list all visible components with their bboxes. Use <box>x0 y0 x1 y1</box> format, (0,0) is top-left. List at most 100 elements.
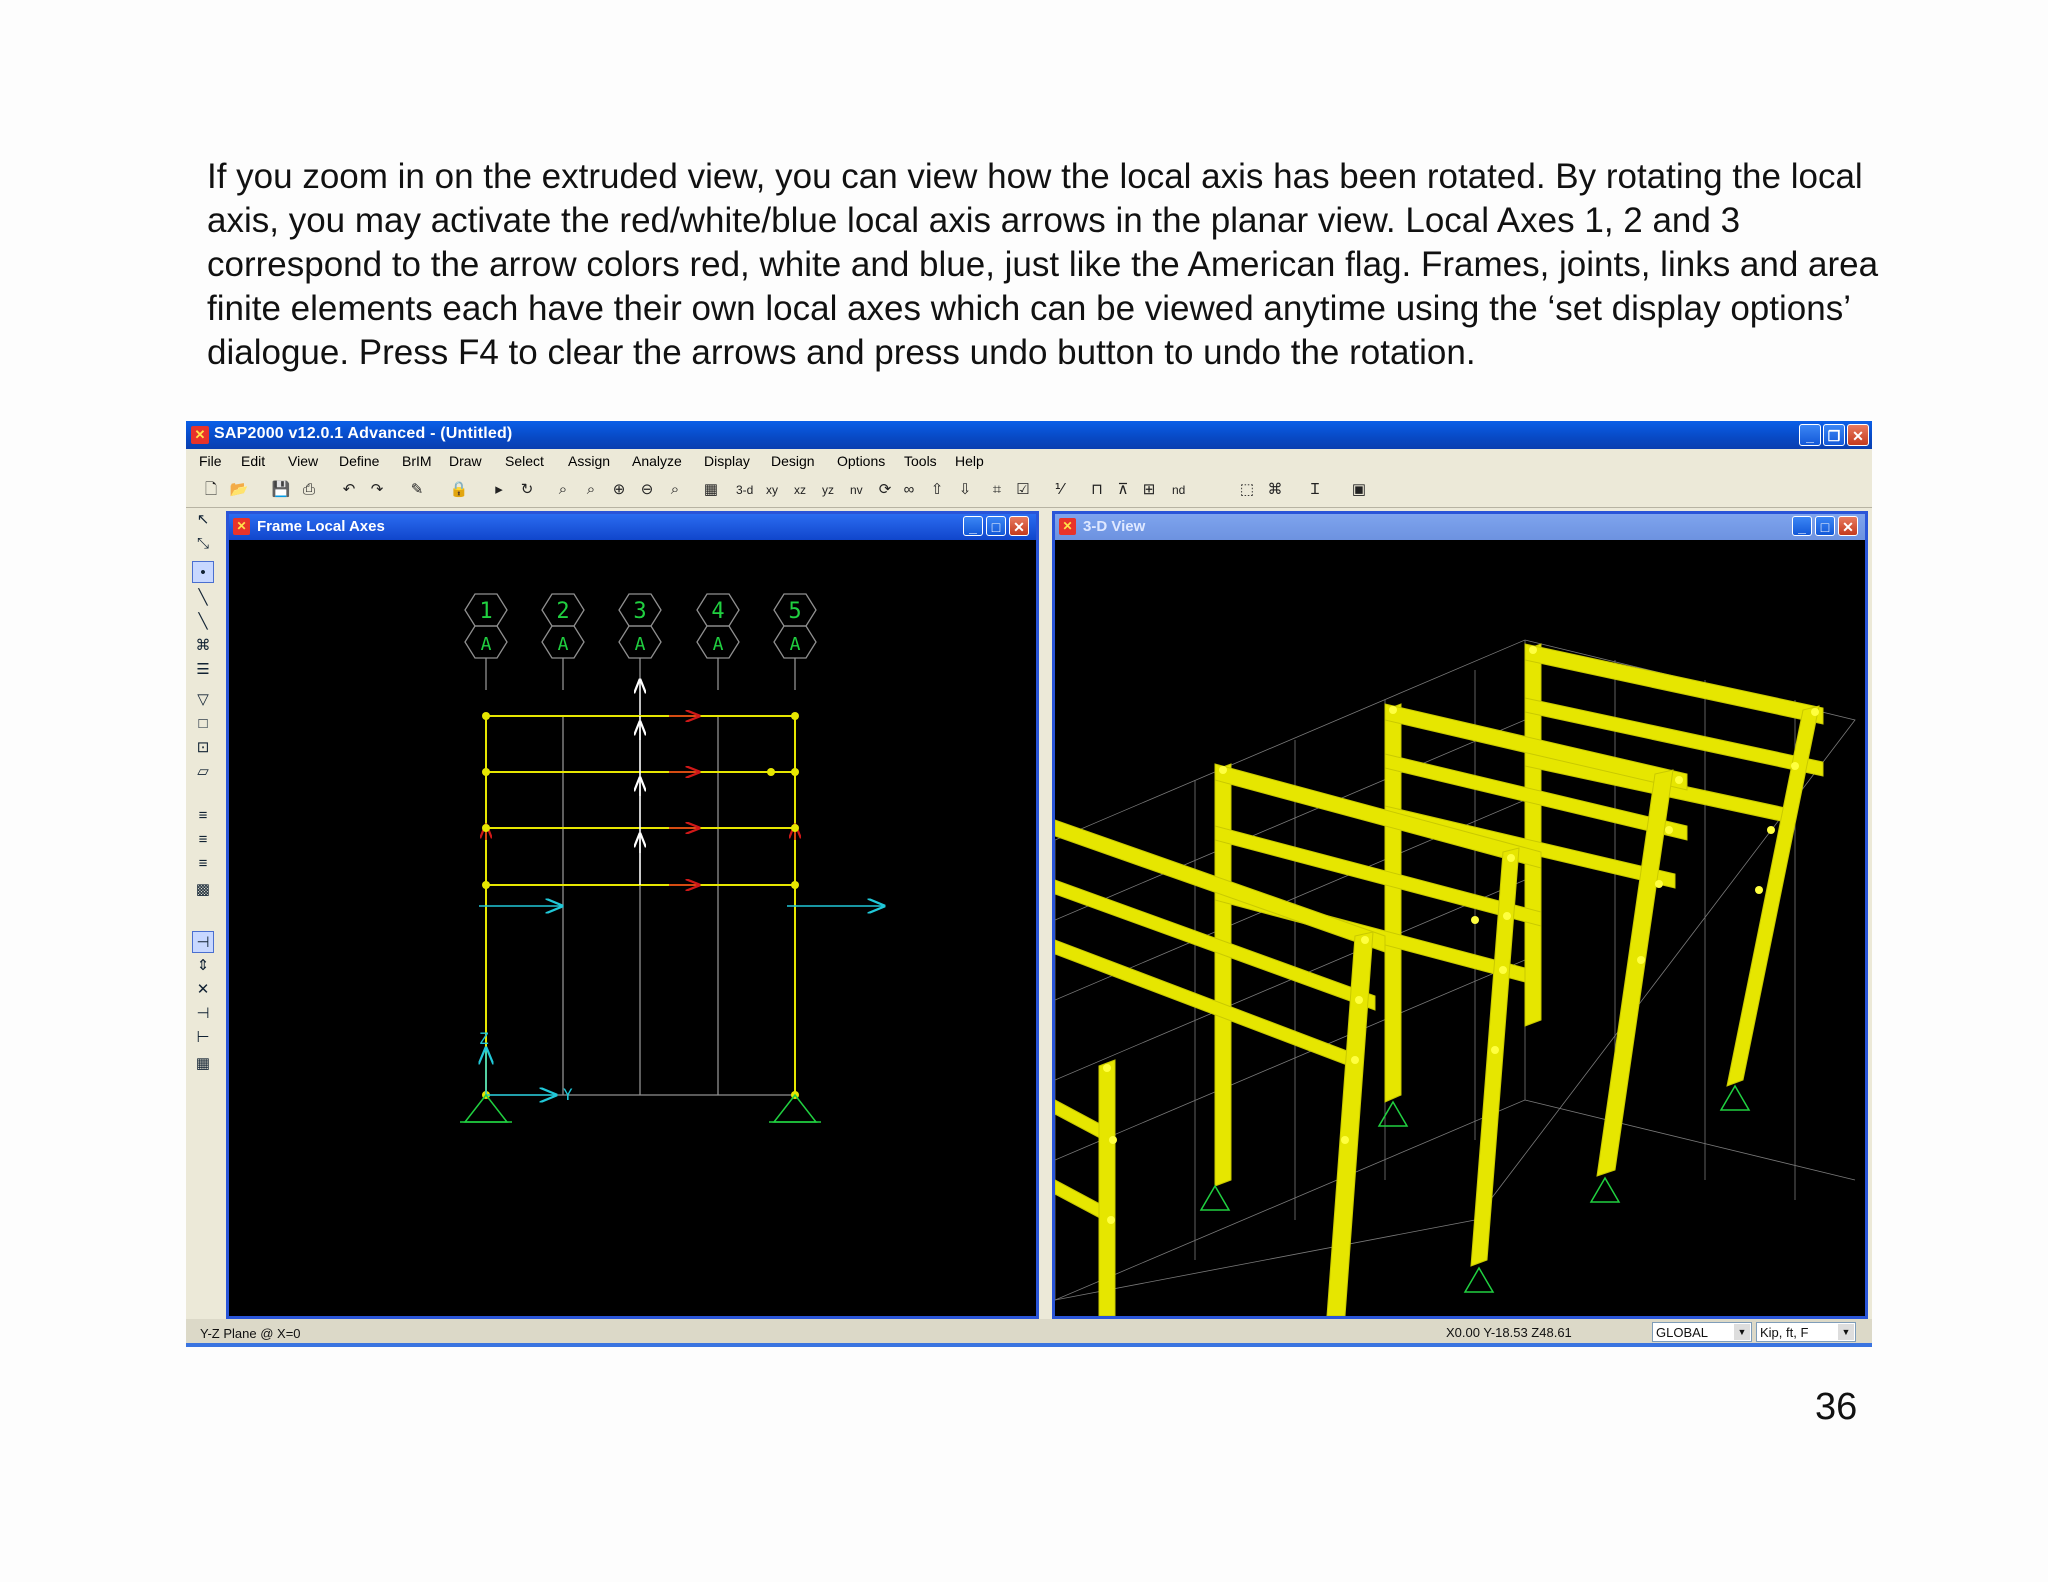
menu-analyze[interactable]: Analyze <box>632 453 682 469</box>
pointer-icon[interactable]: ↖ <box>192 509 214 531</box>
coord-system-value: GLOBAL <box>1656 1325 1709 1340</box>
draw-poly-area-icon[interactable]: ▽ <box>192 689 214 711</box>
menu-draw[interactable]: Draw <box>449 453 482 469</box>
menu-assign[interactable]: Assign <box>568 453 610 469</box>
frame-grid-icon[interactable]: ⊞ <box>1138 479 1160 501</box>
zoom-out-icon[interactable]: ⊖ <box>636 479 658 501</box>
menu-define[interactable]: Define <box>339 453 379 469</box>
select-all-side-icon[interactable]: ≡ <box>192 805 214 827</box>
display-window-icon[interactable]: ▣ <box>1348 479 1370 501</box>
menu-options[interactable]: Options <box>837 453 885 469</box>
menu-display[interactable]: Display <box>704 453 750 469</box>
view-nv-button[interactable]: nv <box>850 479 863 501</box>
select-box-icon[interactable]: ⬚ <box>1236 479 1258 501</box>
minimize-icon[interactable]: _ <box>1792 516 1812 536</box>
undo-icon[interactable]: ↶ <box>338 479 360 501</box>
menu-bar: File Edit View Define BrIM Draw Select A… <box>186 449 1872 473</box>
coord-system-select[interactable]: GLOBAL ▼ <box>1652 1322 1752 1342</box>
object-shrink-icon[interactable]: ⌗ <box>986 479 1008 501</box>
display-check-icon[interactable]: ☑ <box>1012 479 1034 501</box>
3d-view-canvas[interactable] <box>1055 540 1865 1316</box>
pan-icon[interactable]: ▦ <box>700 479 722 501</box>
menu-view[interactable]: View <box>288 453 318 469</box>
run-icon[interactable]: ▸ <box>488 479 510 501</box>
quick-draw-icon[interactable]: ⌘ <box>192 635 214 657</box>
snap-intersection-icon[interactable]: ✕ <box>192 979 214 1001</box>
move-up-icon[interactable]: ⇧ <box>926 479 948 501</box>
section-i-icon[interactable]: Ｉ <box>1304 479 1326 501</box>
axis-label-z: Z <box>479 1029 489 1048</box>
grid-bubble-2: 2 <box>556 599 569 624</box>
open-folder-icon[interactable]: 📂 <box>228 479 250 501</box>
menu-brim[interactable]: BrIM <box>402 453 432 469</box>
frame-section-icon[interactable]: ⊼ <box>1112 479 1134 501</box>
app-titlebar[interactable]: ✕ SAP2000 v12.0.1 Advanced - (Untitled) … <box>186 421 1872 449</box>
select-all-icon[interactable]: ⌘ <box>1264 479 1286 501</box>
zoom-in-icon[interactable]: ⊕ <box>608 479 630 501</box>
perspective-icon[interactable]: ∞ <box>898 479 920 501</box>
view-yz-button[interactable]: yz <box>822 479 834 501</box>
minimize-icon[interactable]: _ <box>1799 424 1821 446</box>
snap-perpendicular-icon[interactable]: ⊣ <box>192 1003 214 1025</box>
units-select[interactable]: Kip, ft, F ▼ <box>1756 1322 1856 1342</box>
menu-edit[interactable]: Edit <box>241 453 265 469</box>
zoom-restore-icon[interactable]: ⌕ <box>580 479 602 501</box>
frame-local-axes-window[interactable]: ✕ Frame Local Axes _ □ ✕ 1 2 3 4 5 A A A… <box>226 511 1039 1319</box>
pin-support-icon[interactable] <box>460 1093 821 1123</box>
menu-file[interactable]: File <box>199 453 222 469</box>
view-nd-button[interactable]: nd <box>1172 479 1185 501</box>
draw-joint-icon[interactable]: • <box>192 561 214 583</box>
quick-area-icon[interactable]: ⊡ <box>192 737 214 759</box>
planar-view-canvas[interactable]: 1 2 3 4 5 A A A A A Z Y <box>229 540 1036 1316</box>
frame-draw-icon[interactable]: ⊓ <box>1086 479 1108 501</box>
redo-icon[interactable]: ↷ <box>366 479 388 501</box>
snap-ends-icon[interactable]: ⇕ <box>192 955 214 977</box>
draw-rect-area-icon[interactable]: □ <box>192 713 214 735</box>
grid-bubble-1: 1 <box>479 599 492 624</box>
section-cut-icon[interactable]: ☰ <box>192 659 214 681</box>
draw-frame-icon[interactable]: ╲ <box>192 587 214 609</box>
grid-bubble-5: 5 <box>788 599 801 624</box>
3d-frame-members[interactable] <box>1055 643 1824 1316</box>
print-icon[interactable]: ⎙ <box>298 479 320 501</box>
close-icon[interactable]: ✕ <box>1847 424 1869 446</box>
progress-stripe <box>186 1343 1872 1347</box>
reshape-icon[interactable]: ⤡ <box>192 533 214 555</box>
restore-icon[interactable]: ❐ <box>1823 424 1845 446</box>
close-icon[interactable]: ✕ <box>1838 516 1858 536</box>
3d-view-window[interactable]: ✕ 3-D View _ □ ✕ <box>1052 511 1868 1319</box>
snap-points-icon[interactable]: ⊣ <box>192 931 214 953</box>
menu-help[interactable]: Help <box>955 453 984 469</box>
menu-design[interactable]: Design <box>771 453 815 469</box>
save-icon[interactable]: 💾 <box>270 479 292 501</box>
new-file-icon[interactable]: 🗋 <box>200 479 222 501</box>
maximize-icon[interactable]: □ <box>1815 516 1835 536</box>
zoom-window-icon[interactable]: ⌕ <box>552 479 574 501</box>
rotate-view-icon[interactable]: ⟳ <box>874 479 896 501</box>
view-xz-button[interactable]: xz <box>794 479 806 501</box>
move-down-icon[interactable]: ⇩ <box>954 479 976 501</box>
fraction-icon[interactable]: ⅟ <box>1048 479 1070 501</box>
previous-selection-icon[interactable]: ≡ <box>192 829 214 851</box>
menu-select[interactable]: Select <box>505 453 544 469</box>
clear-selection-icon[interactable]: ≡ <box>192 853 214 875</box>
view-xy-button[interactable]: xy <box>766 479 778 501</box>
pencil-icon[interactable]: ✎ <box>406 479 428 501</box>
minimize-icon[interactable]: _ <box>963 516 983 536</box>
draw-solid-icon[interactable]: ▱ <box>192 761 214 783</box>
refresh-icon[interactable]: ↻ <box>516 479 538 501</box>
view-3d-button[interactable]: 3-d <box>736 479 753 501</box>
frame-local-axes-title: Frame Local Axes <box>257 518 385 535</box>
lock-icon[interactable]: 🔒 <box>448 479 470 501</box>
snap-grid-icon[interactable]: ▦ <box>192 1053 214 1075</box>
intersecting-line-icon[interactable]: ▩ <box>192 879 214 901</box>
draw-link-icon[interactable]: ╲ <box>192 611 214 633</box>
3d-view-titlebar[interactable]: ✕ 3-D View _ □ ✕ <box>1055 514 1865 540</box>
snap-lines-icon[interactable]: ⊢ <box>192 1027 214 1049</box>
frame-local-axes-titlebar[interactable]: ✕ Frame Local Axes _ □ ✕ <box>229 514 1036 540</box>
close-icon[interactable]: ✕ <box>1009 516 1029 536</box>
zoom-step-icon[interactable]: ⌕ <box>664 479 686 501</box>
maximize-icon[interactable]: □ <box>986 516 1006 536</box>
menu-tools[interactable]: Tools <box>904 453 937 469</box>
left-toolbar: ↖ ⤡ • ╲ ╲ ⌘ ☰ ▽ □ ⊡ ▱ ≡ ≡ ≡ ▩ ⊣ ⇕ ✕ ⊣ ⊢ … <box>186 509 220 1327</box>
